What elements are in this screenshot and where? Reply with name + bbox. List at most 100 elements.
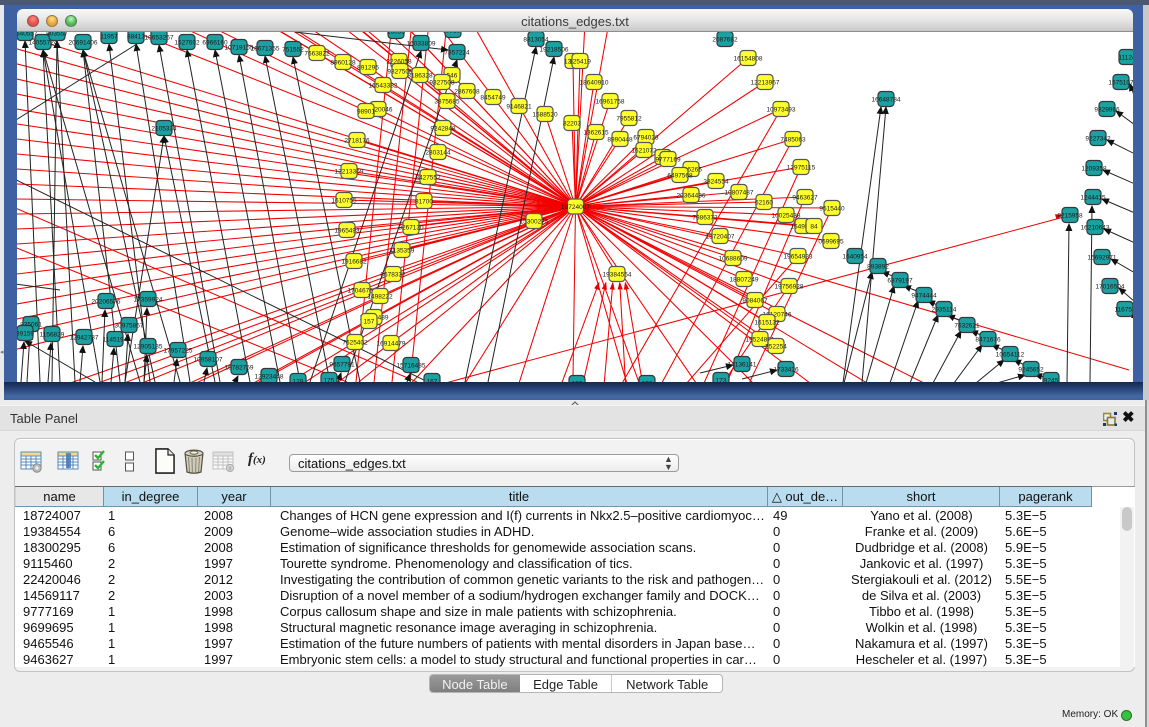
svg-text:16543382: 16543382 <box>369 82 398 89</box>
svg-text:18724007: 18724007 <box>561 204 590 211</box>
svg-text:123: 123 <box>642 380 653 382</box>
svg-text:81700: 81700 <box>415 198 433 205</box>
svg-text:16671355: 16671355 <box>251 45 280 52</box>
svg-text:16782759: 16782759 <box>225 364 254 371</box>
svg-text:7986372: 7986372 <box>692 214 718 221</box>
svg-text:167: 167 <box>427 378 438 382</box>
svg-text:19654923: 19654923 <box>784 253 813 260</box>
svg-text:9227342: 9227342 <box>1085 135 1111 142</box>
svg-text:173: 173 <box>716 377 727 382</box>
svg-text:1156829: 1156829 <box>40 331 65 338</box>
svg-text:7485063: 7485063 <box>780 136 806 143</box>
svg-text:2867608: 2867608 <box>454 88 480 95</box>
svg-text:19218506: 19218506 <box>540 46 569 53</box>
svg-text:9245652: 9245652 <box>1018 366 1044 373</box>
svg-text:9329966: 9329966 <box>1094 106 1120 113</box>
svg-text:10807487: 10807487 <box>725 189 754 196</box>
svg-text:1575107: 1575107 <box>1108 79 1133 86</box>
svg-text:20206576: 20206576 <box>92 298 121 305</box>
svg-text:2087682: 2087682 <box>712 36 738 43</box>
svg-text:1362615: 1362615 <box>583 129 609 136</box>
svg-text:9245: 9245 <box>1044 377 1059 382</box>
svg-text:11957: 11957 <box>100 33 118 40</box>
svg-text:1610755: 1610755 <box>331 197 357 204</box>
svg-text:1209358: 1209358 <box>1081 165 1107 172</box>
svg-text:1916682: 1916682 <box>341 258 367 265</box>
svg-text:1965493: 1965493 <box>334 227 360 234</box>
svg-text:1588520: 1588520 <box>532 111 558 118</box>
svg-text:9777169: 9777169 <box>655 156 681 163</box>
svg-text:10025438: 10025438 <box>772 212 801 219</box>
svg-text:2803144: 2803144 <box>425 149 451 156</box>
svg-text:9657791: 9657791 <box>329 361 355 368</box>
svg-text:3824554: 3824554 <box>703 178 729 185</box>
svg-text:8454749: 8454749 <box>480 94 506 101</box>
svg-text:9515440: 9515440 <box>819 205 845 212</box>
svg-text:12975115: 12975115 <box>787 164 816 171</box>
svg-text:1615132: 1615132 <box>754 319 780 326</box>
svg-text:116753: 116753 <box>1114 306 1133 313</box>
svg-text:891295: 891295 <box>357 64 379 71</box>
svg-text:82203: 82203 <box>563 120 581 127</box>
svg-text:8678332: 8678332 <box>380 271 406 278</box>
svg-text:14136141: 14136141 <box>728 361 757 368</box>
svg-text:10973493: 10973493 <box>767 106 796 113</box>
svg-text:19756928: 19756928 <box>775 283 804 290</box>
svg-text:129: 129 <box>293 378 304 382</box>
svg-text:7357224: 7357224 <box>444 49 470 56</box>
svg-text:30975867: 30975867 <box>115 322 144 329</box>
svg-text:20364436: 20364436 <box>677 192 706 199</box>
svg-text:17016504: 17016504 <box>1096 283 1125 290</box>
svg-text:1527602: 1527602 <box>174 39 200 46</box>
svg-text:3875685: 3875685 <box>434 98 460 105</box>
svg-text:803557: 803557 <box>46 32 68 37</box>
svg-text:1135359: 1135359 <box>390 247 415 254</box>
svg-text:11124: 11124 <box>1118 54 1133 61</box>
svg-text:7955812: 7955812 <box>616 115 642 122</box>
svg-text:12942737: 12942737 <box>70 334 99 341</box>
svg-text:16033809: 16033809 <box>407 40 436 47</box>
svg-text:17359924: 17359924 <box>134 296 163 303</box>
svg-text:18640910: 18640910 <box>580 79 609 86</box>
svg-text:125419: 125419 <box>569 58 591 65</box>
svg-text:1498222: 1498222 <box>367 293 393 300</box>
svg-text:9474444: 9474444 <box>911 292 937 299</box>
svg-text:10654112: 10654112 <box>996 351 1025 358</box>
svg-text:15720407: 15720407 <box>706 233 735 240</box>
svg-text:1145194: 1145194 <box>103 336 128 343</box>
svg-text:175: 175 <box>324 377 335 382</box>
svg-text:2935114: 2935114 <box>932 306 957 313</box>
svg-text:893892: 893892 <box>867 263 889 270</box>
svg-text:7663822: 7663822 <box>304 50 330 57</box>
svg-text:2105334: 2105334 <box>151 125 177 132</box>
svg-text:123: 123 <box>572 380 583 382</box>
svg-text:19384554: 19384554 <box>603 271 632 278</box>
svg-text:8215958: 8215958 <box>1057 212 1083 219</box>
svg-text:10653267: 10653267 <box>145 34 174 41</box>
svg-text:8813: 8813 <box>446 32 461 34</box>
svg-text:9327508: 9327508 <box>429 79 455 86</box>
svg-text:8186328: 8186328 <box>407 72 433 79</box>
svg-text:17957225: 17957225 <box>164 347 193 354</box>
svg-text:8990448: 8990448 <box>607 136 633 143</box>
svg-text:15716485: 15716485 <box>397 362 426 369</box>
svg-text:10688609: 10688609 <box>719 255 748 262</box>
svg-text:9146821: 9146821 <box>506 103 532 110</box>
svg-text:1621072: 1621072 <box>631 147 657 154</box>
svg-text:18807249: 18807249 <box>730 276 759 283</box>
svg-text:62160: 62160 <box>755 199 773 206</box>
svg-text:16033: 16033 <box>387 32 405 35</box>
svg-text:6794028: 6794028 <box>633 134 659 141</box>
svg-text:16154808: 16154808 <box>734 55 763 62</box>
svg-text:8813054: 8813054 <box>523 36 549 43</box>
svg-text:12213967: 12213967 <box>751 79 780 86</box>
svg-text:98901: 98901 <box>357 108 375 115</box>
svg-text:12213369: 12213369 <box>335 168 364 175</box>
svg-text:1640954: 1640954 <box>842 253 868 260</box>
svg-text:16961758: 16961758 <box>596 98 625 105</box>
svg-text:2718176: 2718176 <box>344 137 370 144</box>
svg-text:20691406: 20691406 <box>69 39 98 46</box>
svg-text:0699695: 0699695 <box>818 238 844 245</box>
svg-text:751552: 751552 <box>282 46 304 53</box>
svg-text:7625402: 7625402 <box>342 339 368 346</box>
